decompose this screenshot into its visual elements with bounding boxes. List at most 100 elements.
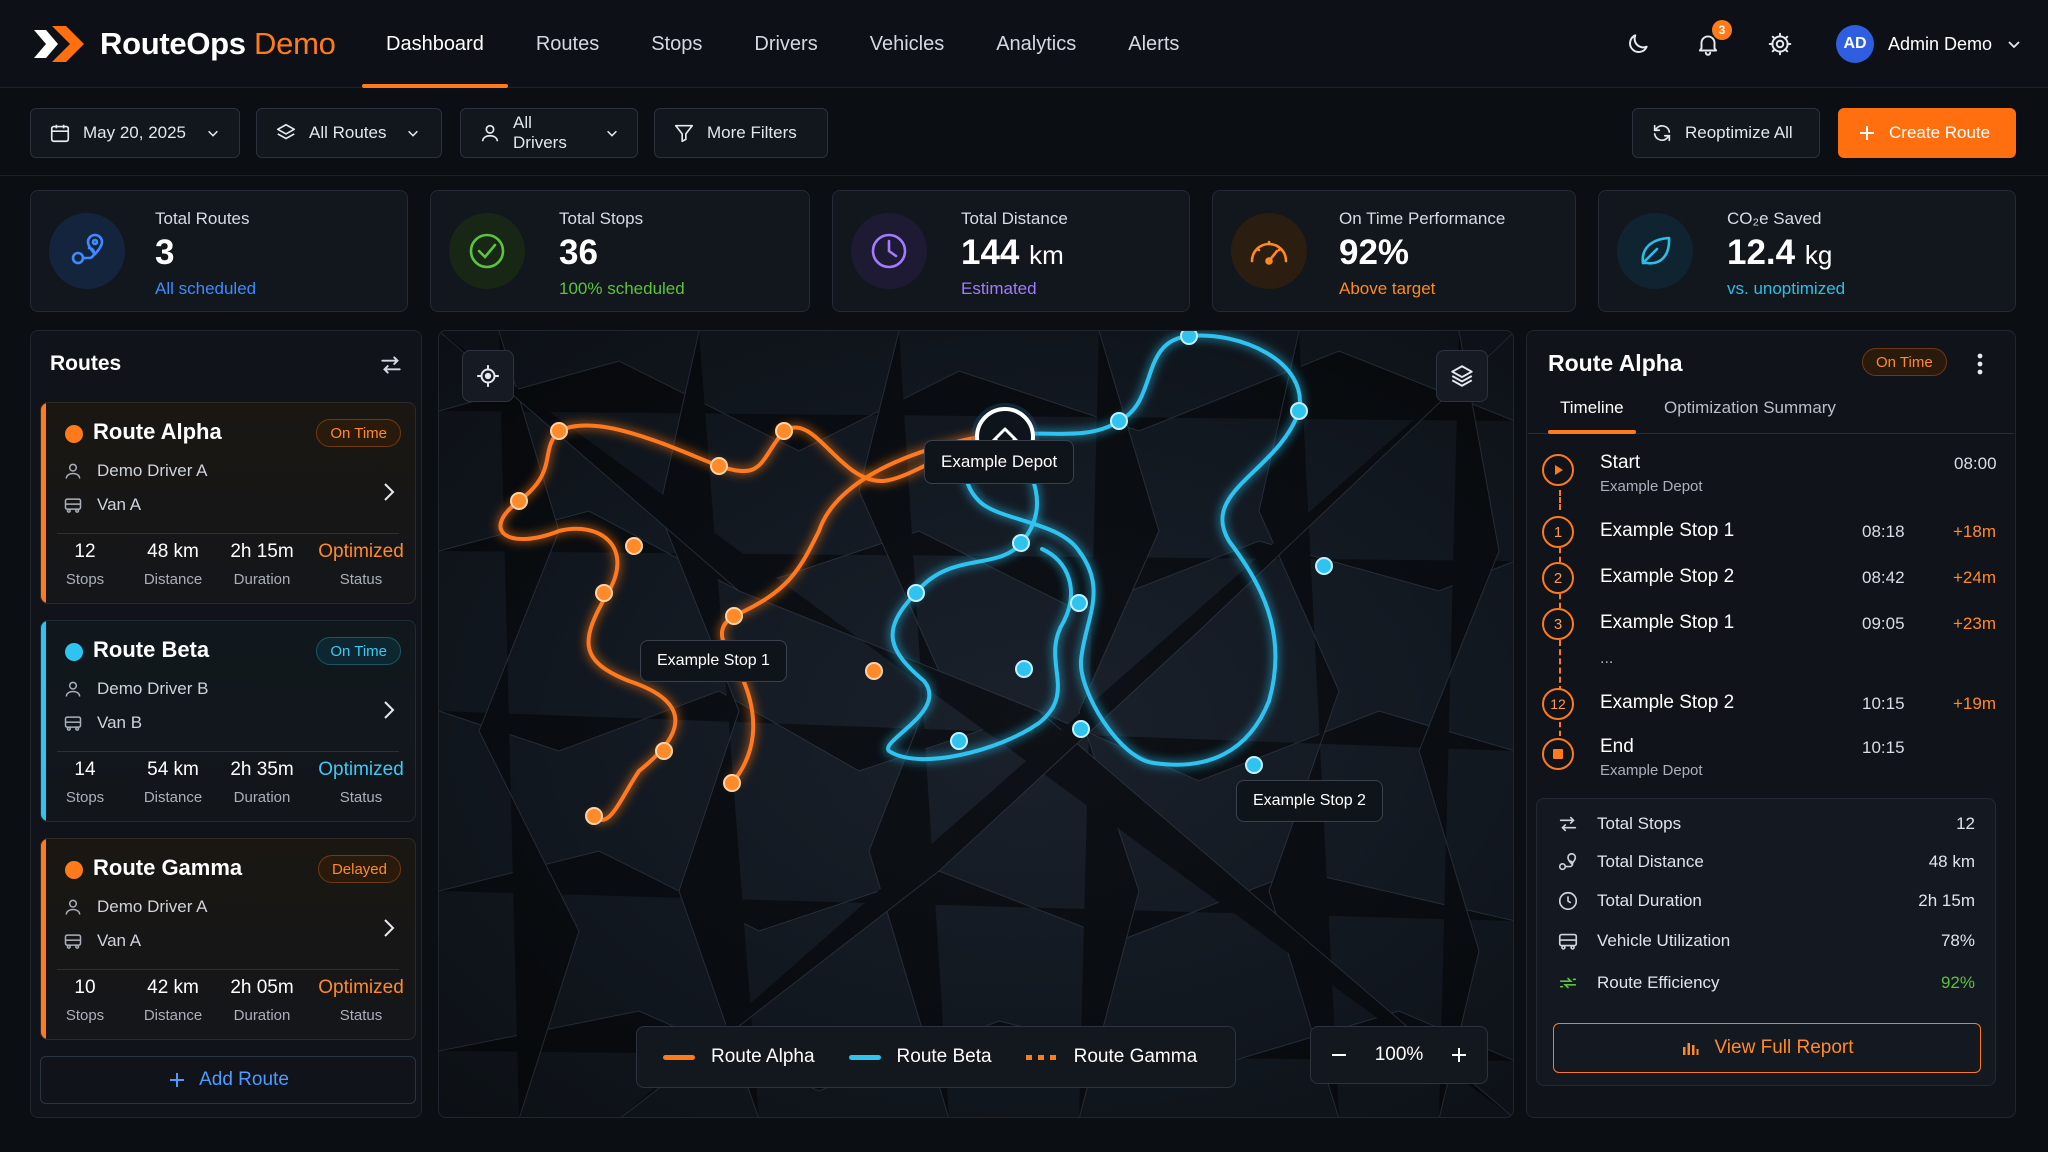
- route-name: Route Alpha: [93, 419, 222, 444]
- summary-label: Total Stops: [1597, 814, 1682, 833]
- stop-marker[interactable]: [1015, 660, 1033, 678]
- route-card-alpha[interactable]: Route Alpha On Time Demo Driver A Van A …: [40, 402, 416, 604]
- kpi-subtext: vs. unoptimized: [1727, 279, 1846, 298]
- tab-optimization-summary[interactable]: Optimization Summary: [1664, 398, 1836, 418]
- stop-marker[interactable]: [950, 732, 968, 750]
- stop-marker[interactable]: [1070, 594, 1088, 612]
- route-card-beta[interactable]: Route Beta On Time Demo Driver B Van B 1…: [40, 620, 416, 822]
- dark-mode-icon[interactable]: [1620, 26, 1656, 62]
- summary-value: 12: [1956, 814, 1975, 833]
- user-icon: [63, 679, 83, 699]
- stat-status-label: Status: [339, 571, 383, 588]
- legend-item-alpha[interactable]: Route Alpha: [663, 1046, 815, 1068]
- legend-item-gamma[interactable]: Route Gamma: [1025, 1046, 1197, 1068]
- refresh-icon: [1651, 122, 1673, 144]
- stop-marker[interactable]: [723, 774, 741, 792]
- routes-filter-value: All Routes: [309, 123, 387, 142]
- more-options-icon[interactable]: [1970, 350, 1990, 378]
- route-color-dot: [65, 643, 83, 661]
- nav-dashboard[interactable]: Dashboard: [360, 0, 510, 88]
- stop-marker[interactable]: [775, 422, 793, 440]
- routes-filter-dropdown[interactable]: All Routes: [256, 108, 442, 158]
- tab-timeline[interactable]: Timeline: [1560, 398, 1624, 418]
- summary-label: Total Duration: [1597, 891, 1702, 910]
- more-filters-button[interactable]: More Filters: [654, 108, 828, 158]
- view-full-report-button[interactable]: View Full Report: [1553, 1023, 1981, 1073]
- timeline-item-stop-1[interactable]: 1 Example Stop 1 08:18 +18m: [1542, 516, 2002, 560]
- stat-duration-label: Duration: [233, 1007, 291, 1024]
- stop-marker[interactable]: [1315, 557, 1333, 575]
- kpi-value: 3: [155, 233, 175, 272]
- timeline-item-stop-2[interactable]: 2 Example Stop 2 08:42 +24m: [1542, 562, 2002, 606]
- timeline-item-end[interactable]: End Example Depot 10:15: [1542, 736, 2002, 780]
- summary-label: Vehicle Utilization: [1597, 931, 1731, 950]
- layers-icon: [275, 122, 297, 144]
- timeline-item-start[interactable]: Start Example Depot 08:00: [1542, 452, 2002, 496]
- add-route-button[interactable]: Add Route: [40, 1056, 416, 1104]
- stop-marker[interactable]: [550, 422, 568, 440]
- nav-vehicles[interactable]: Vehicles: [844, 0, 971, 88]
- create-route-button[interactable]: Create Route: [1838, 108, 2016, 158]
- stop-marker[interactable]: [725, 607, 743, 625]
- route-card-gamma[interactable]: Route Gamma Delayed Demo Driver A Van A …: [40, 838, 416, 1040]
- timeline-sub: Example Depot: [1600, 478, 1703, 495]
- timeline-time: 08:42: [1862, 568, 1905, 587]
- zoom-out-minus-icon[interactable]: [1329, 1045, 1349, 1065]
- timeline-item-stop-12[interactable]: 12 Example Stop 2 10:15 +19m: [1542, 688, 2002, 732]
- stat-stops-value: 10: [74, 977, 96, 998]
- timeline-time: 10:15: [1862, 694, 1905, 713]
- notifications-bell-icon[interactable]: 3: [1690, 20, 1732, 62]
- reoptimize-all-button[interactable]: Reoptimize All: [1632, 108, 1820, 158]
- nav-analytics[interactable]: Analytics: [970, 0, 1102, 88]
- stop-marker[interactable]: [1072, 720, 1090, 738]
- map-legend: Route Alpha Route Beta Route Gamma: [636, 1026, 1236, 1088]
- chevron-right-icon: [381, 917, 397, 939]
- user-menu[interactable]: AD Admin Demo: [1836, 24, 2022, 64]
- stop-marker[interactable]: [710, 457, 728, 475]
- route-name: Route Beta: [93, 637, 210, 662]
- nav-stops[interactable]: Stops: [625, 0, 728, 88]
- brand-suffix: Demo: [254, 26, 336, 61]
- kpi-value: 144 km: [961, 233, 1064, 272]
- check-circle-icon: [449, 213, 525, 289]
- stop-marker[interactable]: [865, 662, 883, 680]
- timeline-time: 10:15: [1862, 738, 1905, 757]
- locate-crosshair-icon[interactable]: [462, 350, 514, 402]
- nav-routes[interactable]: Routes: [510, 0, 625, 88]
- nav-drivers[interactable]: Drivers: [728, 0, 843, 88]
- main-nav: Dashboard Routes Stops Drivers Vehicles …: [360, 0, 1205, 88]
- date-picker[interactable]: May 20, 2025: [30, 108, 240, 158]
- kpi-title: Total Distance: [961, 209, 1068, 228]
- stop-marker[interactable]: [1012, 534, 1030, 552]
- sort-toggle-icon[interactable]: [378, 352, 404, 378]
- stop-marker[interactable]: [585, 807, 603, 825]
- map-layers-icon[interactable]: [1436, 350, 1488, 402]
- stop-marker[interactable]: [595, 584, 613, 602]
- timeline-delta: +24m: [1953, 568, 1996, 587]
- route-pin-icon: [49, 213, 125, 289]
- drivers-filter-dropdown[interactable]: All Drivers: [460, 108, 638, 158]
- zoom-in-plus-icon[interactable]: [1449, 1045, 1469, 1065]
- stop-number: 3: [1542, 608, 1574, 640]
- legend-item-beta[interactable]: Route Beta: [848, 1046, 992, 1068]
- stop-marker[interactable]: [510, 492, 528, 510]
- add-route-label: Add Route: [199, 1069, 289, 1090]
- legend-label: Route Beta: [896, 1046, 992, 1067]
- stop-marker[interactable]: [655, 742, 673, 760]
- stop-marker[interactable]: [625, 537, 643, 555]
- brand-logo[interactable]: RouteOps Demo: [30, 22, 336, 66]
- timeline-item-stop-3[interactable]: 3 Example Stop 1 09:05 +23m: [1542, 608, 2002, 652]
- summary-label: Total Distance: [1597, 852, 1704, 871]
- stop-marker[interactable]: [907, 584, 925, 602]
- nav-alerts[interactable]: Alerts: [1102, 0, 1205, 88]
- settings-gear-icon[interactable]: [1762, 26, 1798, 62]
- stop-marker[interactable]: [1245, 756, 1263, 774]
- stat-distance-value: 54 km: [147, 759, 199, 780]
- timeline-name: Example Stop 1: [1600, 520, 1735, 541]
- timeline-delta: +18m: [1953, 522, 1996, 541]
- stop-marker[interactable]: [1290, 402, 1308, 420]
- arrows-swap-icon: [1557, 813, 1583, 835]
- calendar-icon: [49, 122, 71, 144]
- stop-marker[interactable]: [1110, 412, 1128, 430]
- stop-marker[interactable]: [1180, 331, 1198, 345]
